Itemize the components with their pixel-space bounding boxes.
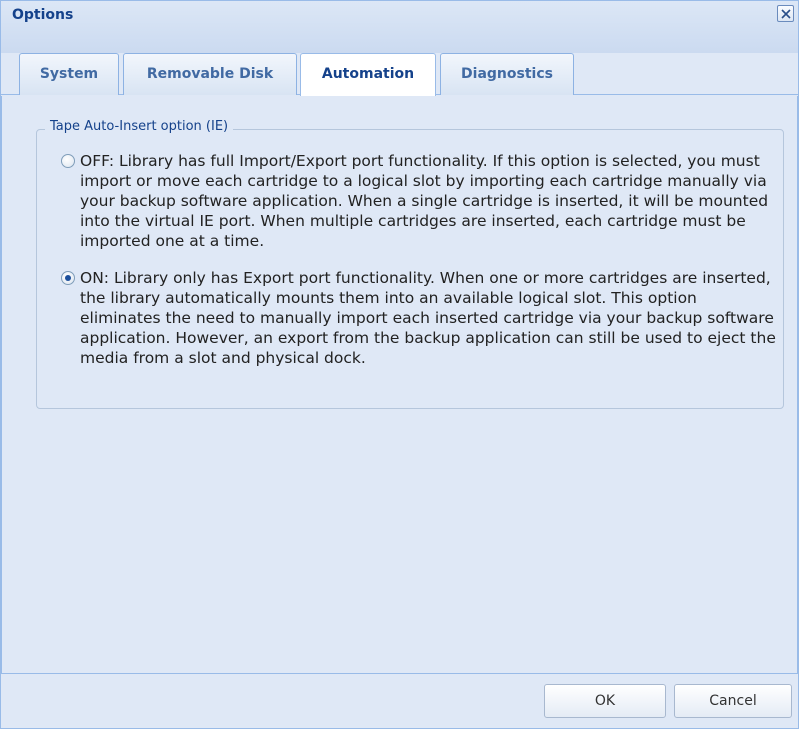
radio-selected-dot <box>65 275 71 281</box>
tab-diagnostics[interactable]: Diagnostics <box>440 53 574 95</box>
option-off[interactable]: OFF: Library has full Import/Export port… <box>61 151 781 251</box>
tab-label: Removable Disk <box>146 66 274 82</box>
fieldset-legend: Tape Auto-Insert option (IE) <box>45 119 234 134</box>
tab-label: Diagnostics <box>461 66 553 82</box>
dialog-titlebar: Options <box>1 1 798 53</box>
tab-automation[interactable]: Automation <box>300 53 436 96</box>
close-icon <box>781 9 791 19</box>
option-on[interactable]: ON: Library only has Export port functio… <box>61 268 781 368</box>
ok-button[interactable]: OK <box>544 684 666 718</box>
tab-label: Automation <box>321 66 415 82</box>
tab-removable-disk[interactable]: Removable Disk <box>123 53 297 95</box>
tab-system[interactable]: System <box>19 53 119 95</box>
radio-on[interactable] <box>61 271 75 285</box>
cancel-button[interactable]: Cancel <box>674 684 792 718</box>
options-dialog: Options System Removable Disk Automation… <box>0 0 799 729</box>
radio-off[interactable] <box>61 154 75 168</box>
tab-label: System <box>39 66 99 82</box>
dialog-title: Options <box>12 7 74 23</box>
option-on-label: ON: Library only has Export port functio… <box>80 269 776 367</box>
close-button[interactable] <box>777 5 794 22</box>
option-off-label: OFF: Library has full Import/Export port… <box>80 152 769 250</box>
tab-strip: System Removable Disk Automation Diagnos… <box>1 53 798 96</box>
